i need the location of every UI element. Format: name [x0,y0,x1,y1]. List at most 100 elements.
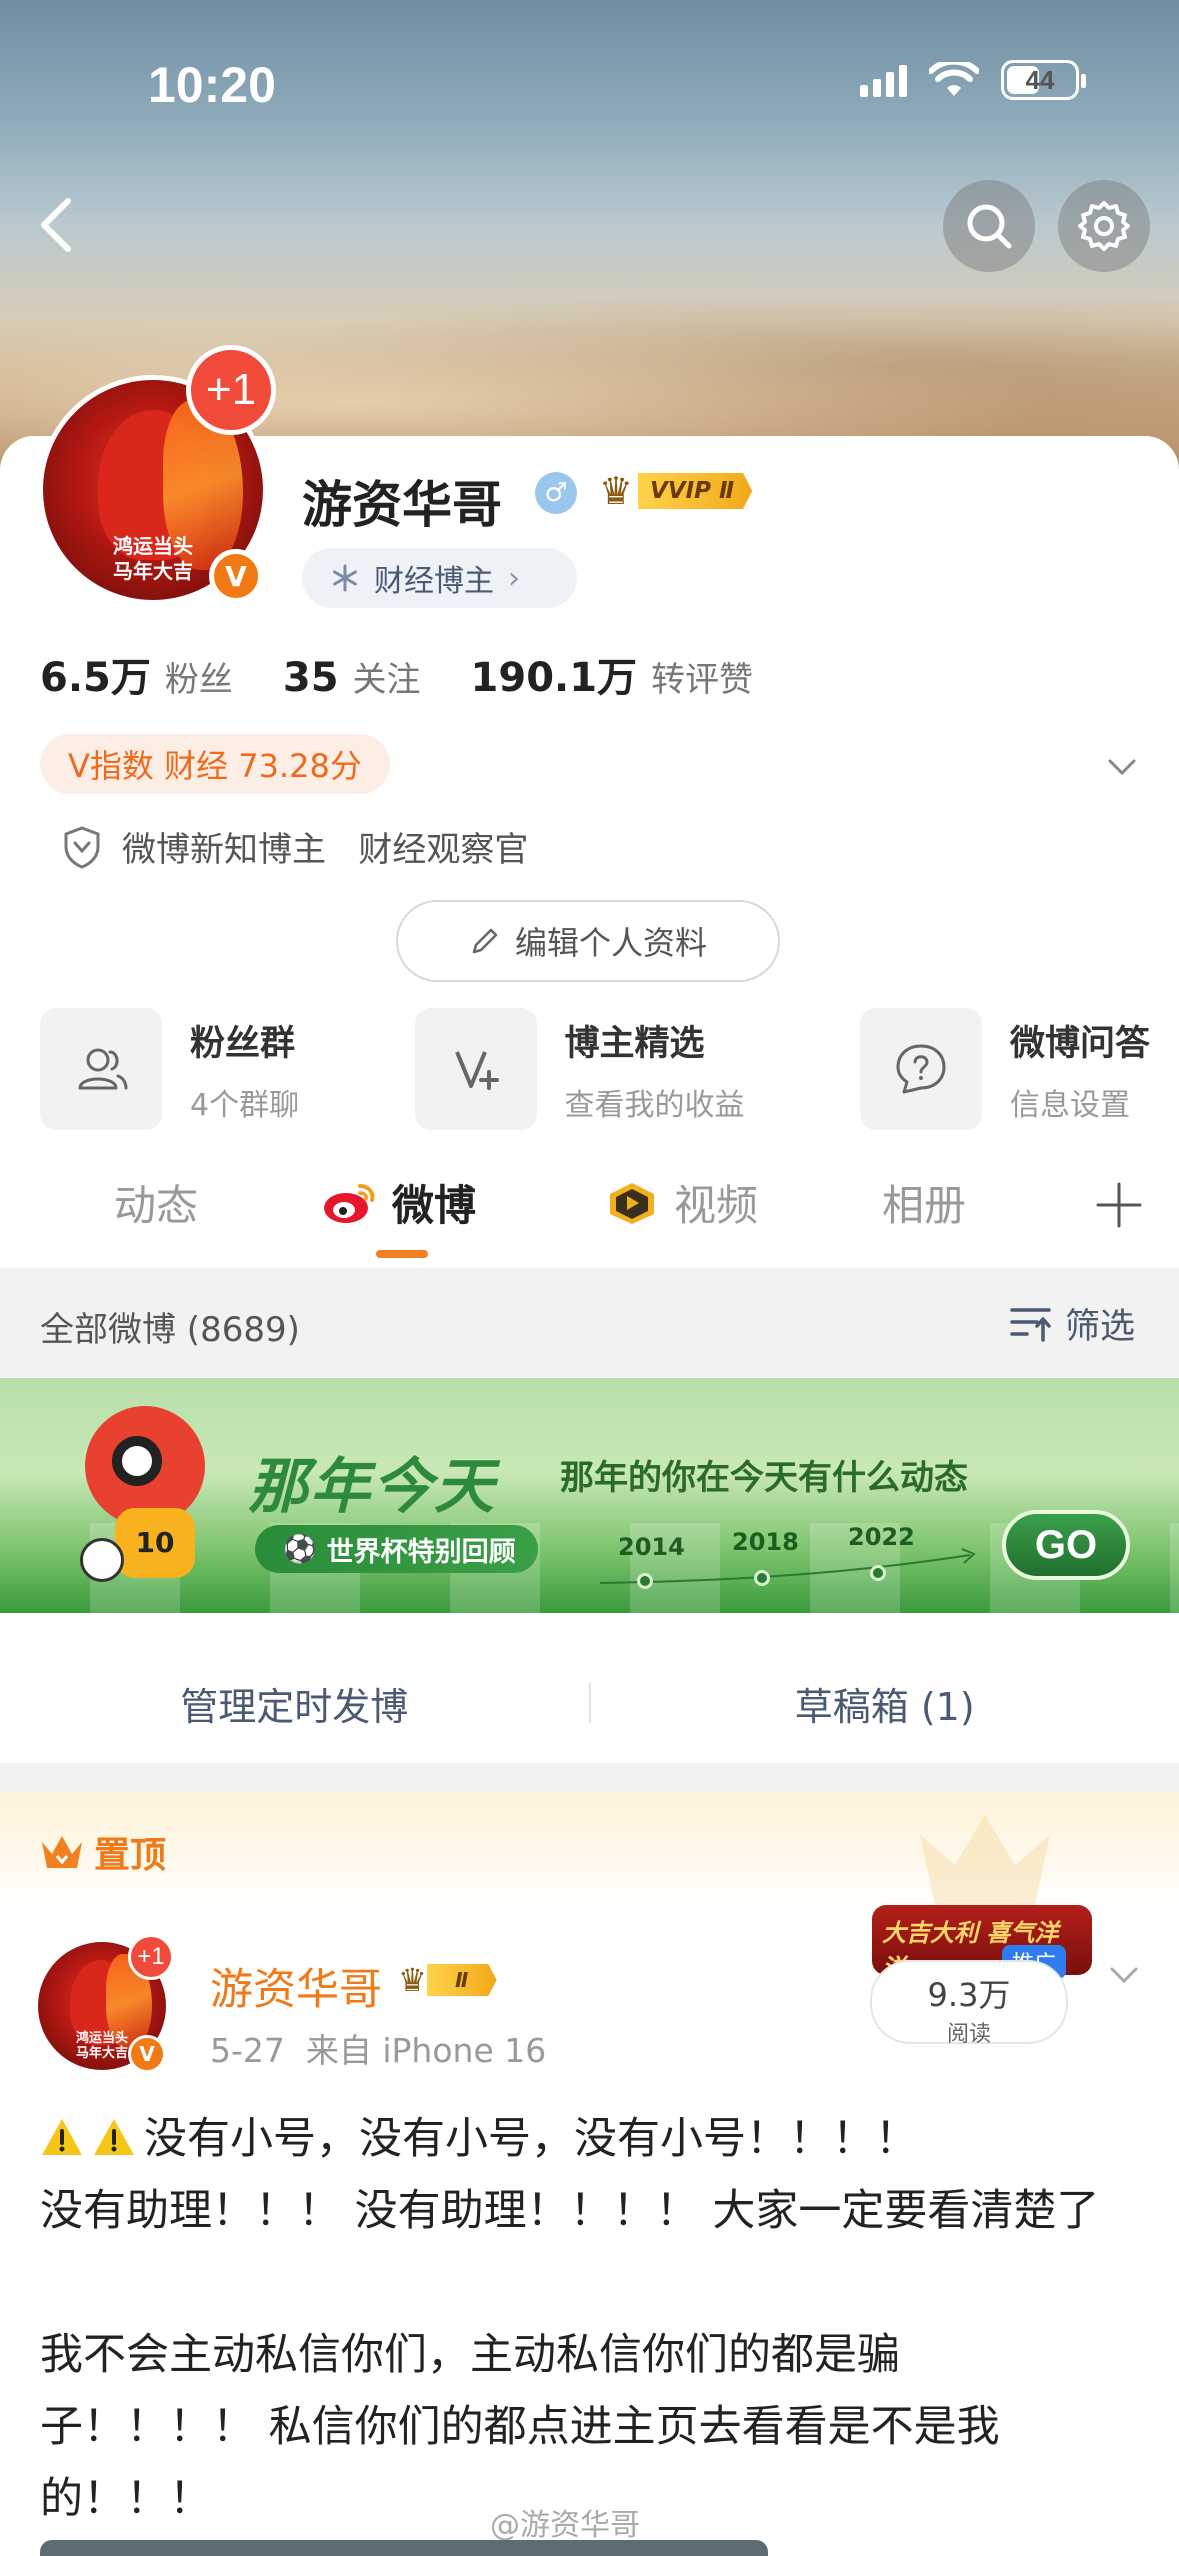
post-vip-label: Ⅱ [426,1964,497,1996]
gear-icon [1078,201,1130,251]
edit-profile-button[interactable]: 编辑个人资料 [396,900,780,982]
years-timeline: 2014 2018 2022 [600,1523,980,1593]
post-author[interactable]: 游资华哥 [210,1955,382,2017]
vvip-badge[interactable]: ♛ VVIP Ⅱ [594,468,753,514]
post-line: 子！！！！ 私信你们的都点进主页去看看是不是我 [40,2402,1000,2452]
image-watermark: @游资华哥 [490,2508,640,2543]
cellular-signal-icon [860,63,907,97]
tab-album[interactable]: 相册 [882,1172,966,1233]
back-arrow-icon[interactable] [30,195,90,255]
tool-title: 博主精选 [564,1023,705,1064]
stat-followers[interactable]: 6.5万 粉丝 [40,645,233,703]
tool-subtitle: 4个群聊 [190,1087,300,1123]
filter-label: 筛选 [1064,1307,1135,1347]
fans-group-icon [40,1008,162,1130]
read-label: 阅读 [946,2022,991,2047]
settings-button[interactable] [1058,180,1150,272]
plus-one-badge[interactable]: +1 [186,345,276,435]
search-button[interactable] [943,180,1035,272]
category-chip[interactable]: 财经博主 › [302,548,577,608]
post-line: 我不会主动私信你们，主动私信你们的都是骗 [40,2330,900,2380]
banner-title: 那年今天 [248,1452,496,1522]
post-meta: 5-27 来自 iPhone 16 [210,2031,547,2070]
warning-icon [42,2119,82,2155]
search-icon [967,204,1012,249]
post-image-preview[interactable] [40,2540,768,2556]
go-button[interactable]: GO [1002,1510,1130,1580]
tool-title: 粉丝群 [190,1023,296,1064]
tab-video[interactable]: 视频 [604,1172,758,1233]
snowflake-icon [333,564,357,592]
pencil-icon [472,928,498,954]
pinned-label: 置顶 [40,1826,166,1878]
tab-weibo[interactable]: 微博 [322,1172,476,1233]
stat-value: 35 [282,655,339,701]
tool-subtitle: 信息设置 [1009,1087,1130,1123]
tab-feed[interactable]: 动态 [114,1172,198,1233]
tab-label: 微博 [392,1181,477,1230]
verification-row[interactable]: 微博新知博主 财经观察官 [62,822,528,871]
stat-label: 关注 [352,660,421,700]
edit-profile-label: 编辑个人资料 [514,924,707,962]
profile-username: 游资华哥 [302,476,502,534]
world-cup-label: 世界杯特别回顾 [326,1536,516,1568]
crown-watermark-icon [920,1815,1050,1905]
add-tab-icon[interactable] [1094,1180,1144,1230]
tool-fans-group[interactable]: 粉丝群 4个群聊 [40,1008,299,1130]
drafts-button[interactable]: 草稿箱 (1) [591,1676,1179,1731]
timeline-dot [870,1565,886,1581]
year-label: 2022 [848,1523,915,1551]
profile-stats: 6.5万 粉丝 35 关注 190.1万 转评赞 [40,645,803,703]
verification-text: 微博新知博主 财经观察官 [122,830,529,870]
shield-icon [64,825,100,869]
section-gap [0,1763,1179,1793]
battery-level: 44 [1025,64,1055,95]
weibo-logo-icon [324,1183,375,1223]
profile-tools: 粉丝群 4个群聊 博主精选 查看我的收益 微博问答 信息设置 [40,1008,1150,1130]
tool-subtitle: 查看我的收益 [564,1087,745,1123]
battery-icon: 44 [1001,60,1086,100]
stat-value: 190.1万 [470,655,638,701]
post-line: 没有小号，没有小号，没有小号！！！！ [40,2103,1150,2175]
world-cup-pill: ⚽ 世界杯特别回顾 [255,1525,538,1573]
chevron-right-icon: › [508,560,520,596]
memories-banner[interactable]: 10 那年今天 那年的你在今天有什么动态 ⚽ 世界杯特别回顾 2014 2018… [0,1378,1179,1613]
year-label: 2018 [732,1528,799,1556]
warning-icon [94,2119,134,2155]
video-icon [610,1182,654,1224]
tab-label: 视频 [674,1181,759,1230]
crown-icon: ♛ [398,1961,427,1999]
male-gender-icon: ♂ [535,472,577,514]
tab-label: 动态 [114,1181,199,1230]
filter-button[interactable]: 筛选 [1009,1298,1135,1349]
stat-value: 6.5万 [40,655,151,701]
stat-label: 粉丝 [164,660,233,700]
manage-scheduled-button[interactable]: 管理定时发博 [0,1676,589,1731]
question-icon [859,1008,982,1130]
active-tab-indicator [376,1250,428,1258]
pinned-text: 置顶 [94,1835,167,1876]
verified-v-badge: V [209,549,263,603]
tool-weibo-qa[interactable]: 微博问答 信息设置 [859,1008,1150,1130]
stat-following[interactable]: 35 关注 [283,652,421,701]
post-menu-chevron-icon[interactable] [1109,1960,1139,1990]
v-index-chip[interactable]: V指数 财经 73.28分 [40,734,390,794]
year-label: 2014 [618,1533,685,1561]
manage-row: 管理定时发博 草稿箱 (1) [0,1643,1179,1763]
tool-title: 微博问答 [1009,1023,1150,1064]
post-line: 没有助理！！！ 没有助理！！！！ 大家一定要看清楚了 [40,2186,1100,2236]
post-vip-badge: ♛ Ⅱ [398,1960,497,2000]
read-count-badge[interactable]: 9.3万 阅读 [870,1960,1068,2047]
post-verified-badge: V [128,2035,166,2073]
tool-blogger-picks[interactable]: 博主精选 查看我的收益 [414,1008,745,1130]
wifi-icon [929,62,979,96]
stat-likes[interactable]: 190.1万 转评赞 [471,645,754,703]
stat-label: 转评赞 [651,660,754,700]
all-posts-count: 全部微博 (8689) [40,1310,300,1350]
crown-icon [42,1836,82,1868]
chevron-down-icon[interactable] [1107,752,1137,782]
soccer-ball-icon: ⚽ [283,1534,317,1565]
filter-icon [1010,1307,1051,1342]
post-body[interactable]: 没有小号，没有小号，没有小号！！！！ 没有助理！！！ 没有助理！！！！ 大家一定… [40,2103,1150,2535]
v-plus-icon [414,1008,537,1130]
